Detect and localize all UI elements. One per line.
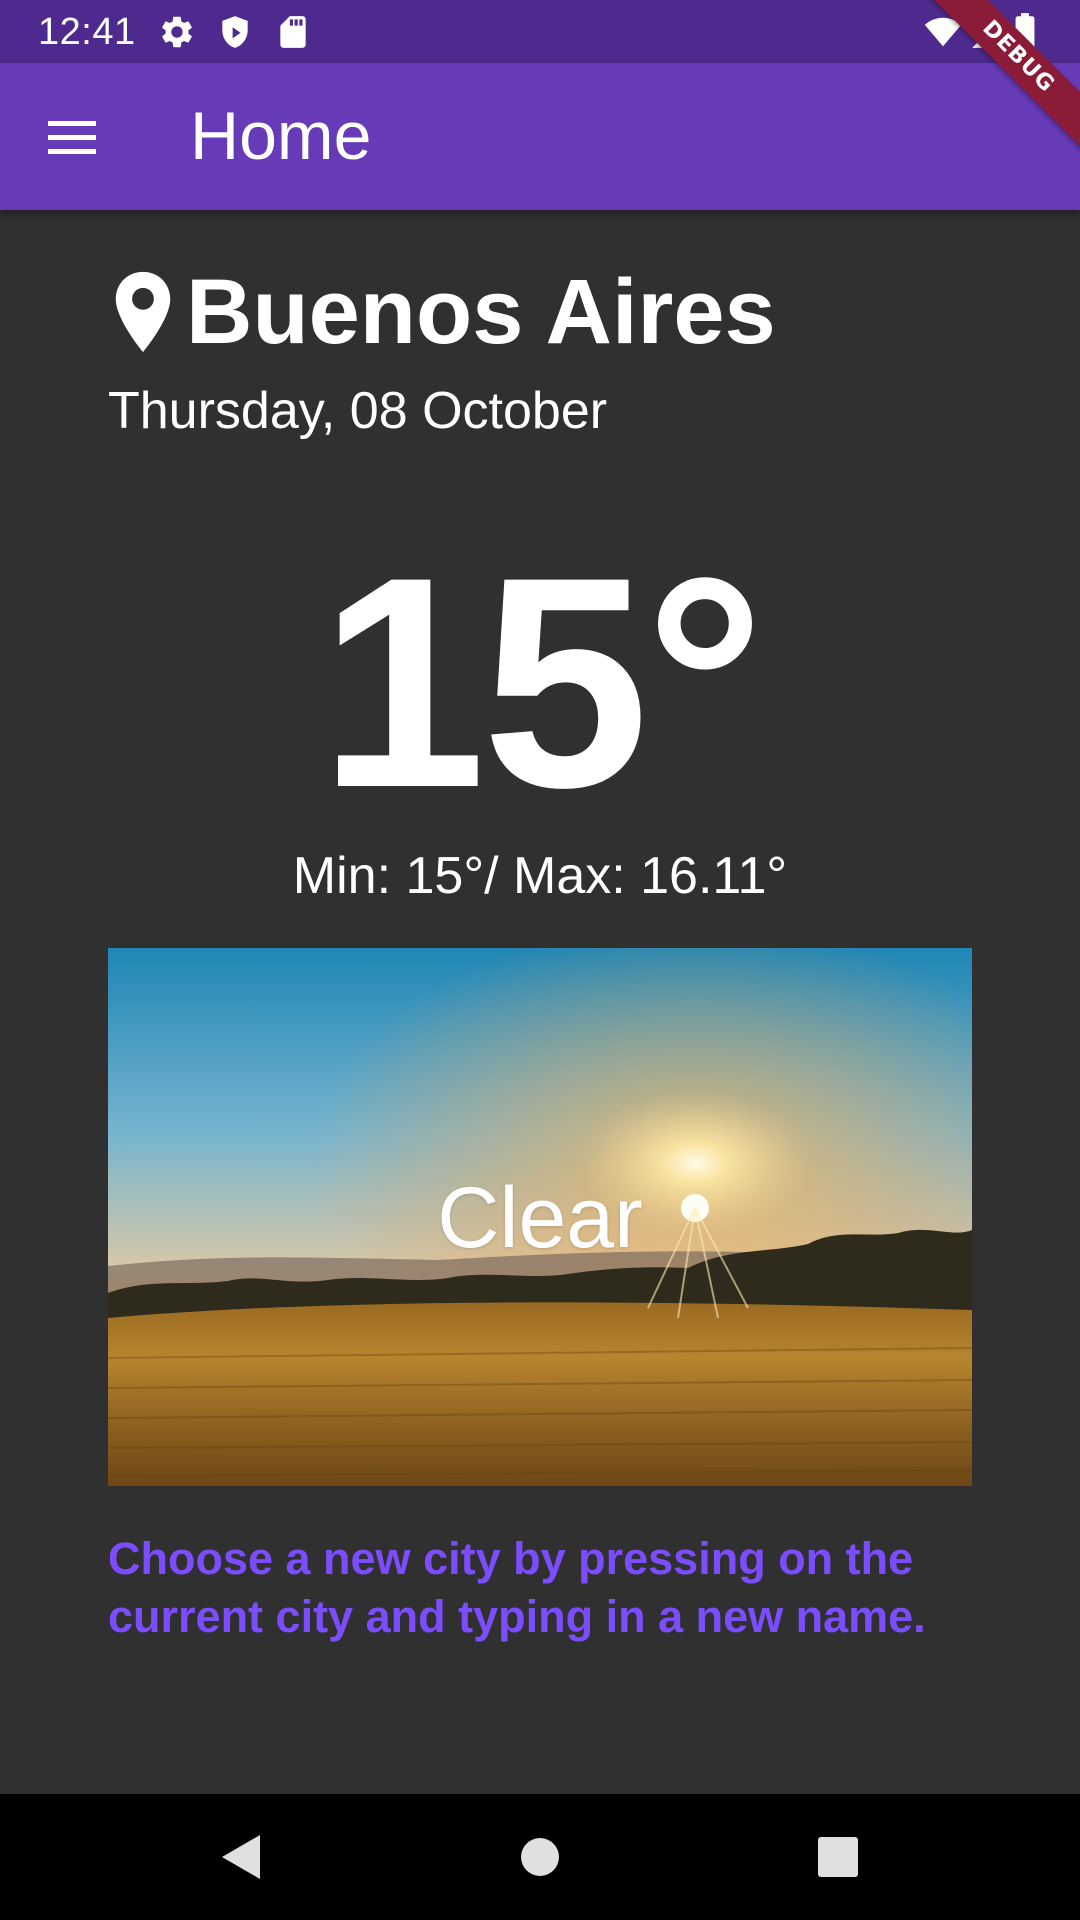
current-temperature: 15°: [319, 514, 765, 850]
home-button[interactable]: [510, 1827, 570, 1887]
menu-icon: [48, 121, 96, 154]
back-button[interactable]: [210, 1827, 270, 1887]
screen: 12:41 Home DEBUG Buenos Aires Thursday, …: [0, 0, 1080, 1920]
menu-button[interactable]: [30, 101, 116, 173]
shield-icon: [216, 13, 254, 51]
hint-text: Choose a new city by pressing on the cur…: [108, 1533, 926, 1642]
weather-condition: Clear: [437, 1170, 643, 1266]
city-name[interactable]: Buenos Aires: [186, 262, 776, 362]
recents-button[interactable]: [808, 1827, 868, 1887]
date-label: Thursday, 08 October: [108, 382, 608, 440]
sd-card-icon: [274, 13, 312, 51]
settings-icon: [158, 13, 196, 51]
weather-condition-card: Clear: [108, 948, 972, 1486]
status-time: 12:41: [38, 11, 136, 53]
page-title: Home: [190, 98, 372, 174]
city-selector[interactable]: Buenos Aires: [108, 262, 776, 362]
wifi-icon: [922, 13, 964, 51]
min-max-temperature: Min: 15°/ Max: 16.11°: [292, 847, 788, 905]
status-bar: 12:41: [0, 0, 1080, 63]
cell-signal-icon: [968, 13, 1008, 51]
home-icon: [521, 1838, 559, 1876]
recents-icon: [818, 1837, 858, 1877]
system-nav-bar: [0, 1794, 1080, 1920]
app-bar: Home: [0, 63, 1080, 210]
back-icon: [222, 1835, 260, 1879]
location-pin-icon: [108, 269, 178, 355]
battery-icon: [1014, 13, 1044, 51]
